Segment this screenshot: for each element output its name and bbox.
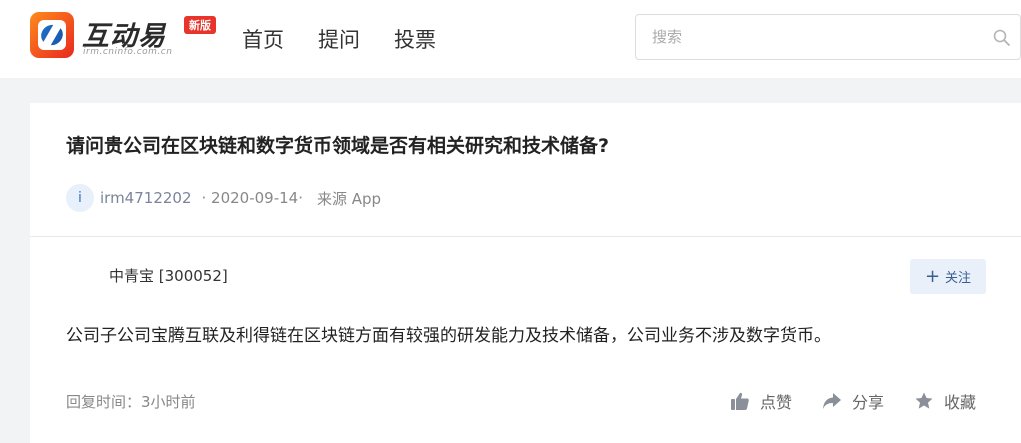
search-box bbox=[635, 14, 1021, 60]
avatar[interactable]: i bbox=[66, 184, 94, 212]
question-title: 请问贵公司在区块链和数字货币领域是否有相关研究和技术储备? bbox=[66, 135, 610, 157]
plus-icon: + bbox=[924, 265, 941, 287]
question-meta: i irm4712202 · 2020-09-14· 来源 App bbox=[66, 183, 381, 213]
answer-text: 公司子公司宝腾互联及利得链在区块链方面有较强的研发能力及技术储备，公司业务不涉及… bbox=[66, 326, 831, 346]
logo-subtitle: irm.cninfo.com.cn bbox=[83, 47, 173, 57]
share-arrow-icon bbox=[823, 393, 842, 409]
search-input[interactable] bbox=[652, 25, 972, 49]
logo-mark-icon bbox=[30, 12, 74, 58]
question-date: · 2020-09-14· bbox=[201, 189, 303, 207]
share-label: 分享 bbox=[852, 393, 885, 412]
nav-ask[interactable]: 提问 bbox=[318, 24, 360, 54]
like-button[interactable]: 点赞 bbox=[730, 389, 792, 413]
thumbs-up-icon bbox=[731, 392, 749, 410]
company-name[interactable]: 中青宝 [300052] bbox=[109, 265, 228, 286]
top-header: 互动易 irm.cninfo.com.cn 新版 首页 提问 投票 bbox=[0, 0, 1021, 78]
main-nav: 首页 提问 投票 bbox=[242, 24, 436, 54]
star-icon bbox=[915, 392, 933, 409]
favorite-button[interactable]: 收藏 bbox=[914, 389, 976, 413]
answer-actions: 点赞 分享 收藏 bbox=[730, 389, 976, 413]
question-source: 来源 App bbox=[316, 189, 382, 208]
follow-label: 关注 bbox=[945, 271, 972, 286]
share-button[interactable]: 分享 bbox=[822, 389, 884, 413]
site-logo[interactable]: 互动易 irm.cninfo.com.cn 新版 bbox=[30, 12, 230, 62]
new-version-badge: 新版 bbox=[184, 16, 216, 34]
qa-card: 请问贵公司在区块链和数字货币领域是否有相关研究和技术储备? i irm47122… bbox=[30, 103, 1021, 443]
like-label: 点赞 bbox=[760, 393, 793, 412]
nav-home[interactable]: 首页 bbox=[242, 24, 284, 54]
divider bbox=[30, 236, 1021, 237]
search-icon[interactable] bbox=[992, 28, 1012, 48]
follow-button[interactable]: + 关注 bbox=[910, 259, 986, 294]
reply-time: 回复时间：3小时前 bbox=[66, 393, 196, 411]
favorite-label: 收藏 bbox=[944, 393, 977, 412]
nav-vote[interactable]: 投票 bbox=[394, 24, 436, 54]
asker-username[interactable]: irm4712202 bbox=[100, 189, 192, 207]
